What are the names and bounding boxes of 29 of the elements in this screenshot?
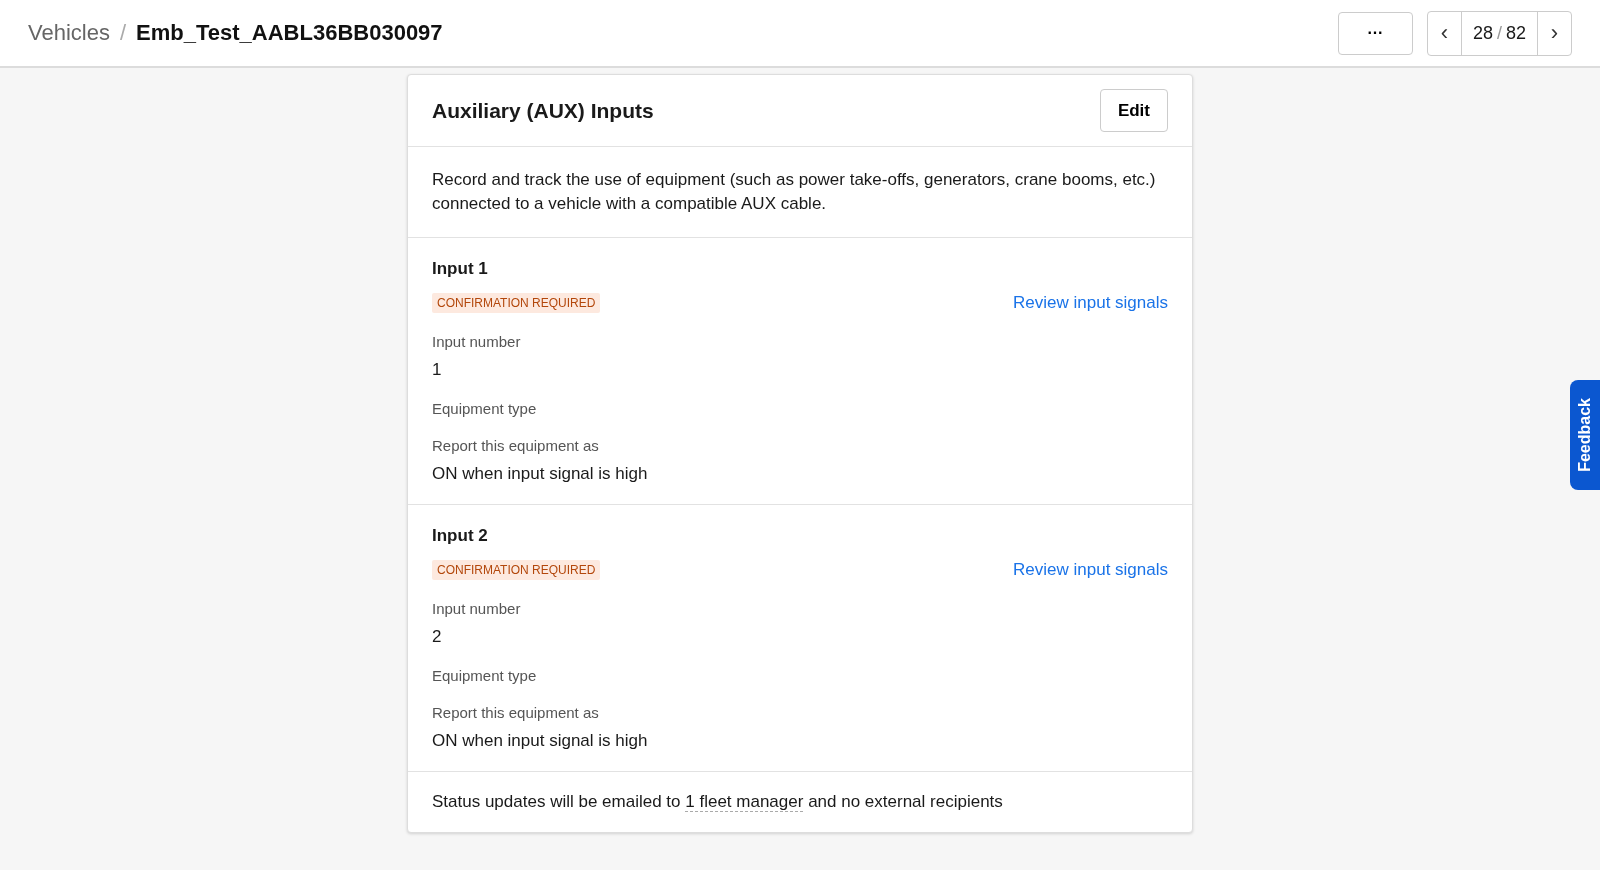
field-label: Report this equipment as (432, 437, 600, 454)
previous-button[interactable]: ‹ (1427, 11, 1461, 55)
field-label: Input number (432, 333, 522, 350)
next-button[interactable]: › (1538, 11, 1571, 55)
breadcrumb-separator: / (119, 20, 127, 46)
page-title: Emb_Test_AABL36BB030097 (136, 20, 443, 46)
field-label: Report this equipment as (432, 704, 600, 721)
page-position: 28 / 82 (1460, 11, 1538, 55)
field-value: ON when input signal is high (432, 731, 649, 751)
input-title: Input 1 (432, 259, 489, 279)
field-value: 2 (432, 627, 443, 647)
status-note: Status updates will be emailed to 1 fleet manager and no external recipients (431, 791, 1004, 814)
field-label: Equipment type (432, 400, 538, 417)
input-title: Input 2 (432, 526, 489, 546)
field-label: Input number (432, 600, 522, 617)
status-badge: CONFIRMATION REQUIRED (432, 293, 601, 313)
feedback-tab[interactable]: Feedback (1570, 380, 1600, 490)
field-label: Equipment type (432, 667, 538, 684)
recipients-link[interactable]: 1 fleet manager (685, 792, 804, 812)
field-value: 1 (432, 360, 443, 380)
more-button[interactable]: ··· (1337, 11, 1413, 55)
status-badge: CONFIRMATION REQUIRED (432, 560, 601, 580)
field-value: ON when input signal is high (432, 464, 649, 484)
card-title: Auxiliary (AUX) Inputs (432, 98, 654, 123)
review-link[interactable]: Review input signals (1013, 293, 1168, 313)
edit-button[interactable]: Edit (1099, 89, 1168, 132)
review-link[interactable]: Review input signals (1013, 560, 1168, 580)
card-description: Record and track the use of equipment (such as power take-offs, generators, crane booms, etc.) connected to a vehicle with a compatible AUX cable. (408, 147, 1192, 238)
breadcrumb-link[interactable]: Vehicles (28, 20, 110, 46)
